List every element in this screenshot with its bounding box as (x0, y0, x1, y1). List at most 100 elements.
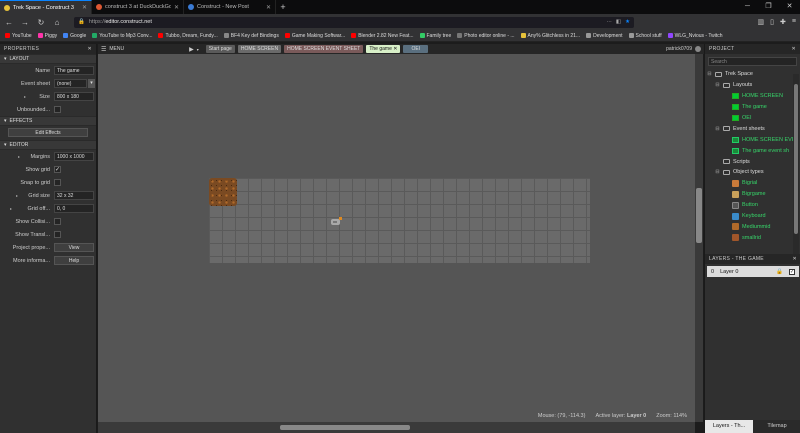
tree-item-object[interactable]: Bigrial (705, 178, 800, 189)
bookmark-item[interactable]: Family tree (417, 33, 455, 39)
close-window-icon[interactable]: ✕ (779, 0, 800, 14)
tree-item-object[interactable]: Keyboard (705, 211, 800, 222)
name-field[interactable]: The game (54, 66, 94, 75)
tab-home-screen[interactable]: HOME SCREEN (237, 45, 282, 53)
tree-folder-event-sheets[interactable]: ⊟ Event sheets (705, 123, 800, 134)
visible-checkbox[interactable]: ✓ (789, 268, 795, 275)
project-search-input[interactable]: Search (708, 57, 797, 66)
tree-item-object[interactable]: smallrid (705, 232, 800, 243)
tab-start-page[interactable]: Start page (205, 45, 235, 53)
tree-root[interactable]: ⊟ Trek Space (705, 69, 800, 80)
view-button[interactable]: View (54, 243, 94, 252)
help-button[interactable]: Help (54, 256, 94, 265)
close-tab-icon[interactable]: ✕ (174, 4, 179, 11)
tilemap-sprite[interactable] (209, 178, 237, 206)
bookmark-item[interactable]: Photo editor online - ... (454, 33, 517, 39)
sidebar-icon[interactable]: ▯ (770, 18, 774, 26)
show-collisions-checkbox[interactable] (54, 218, 61, 225)
reload-icon[interactable]: ↻ (36, 18, 46, 27)
tree-item-object[interactable]: Button (705, 200, 800, 211)
tree-folder-scripts[interactable]: Scripts (705, 156, 800, 167)
tree-item-object[interactable]: Mediummid (705, 221, 800, 232)
play-icon[interactable]: ▶ (189, 46, 194, 53)
browser-tab-new-post[interactable]: Construct - New Post ✕ (184, 0, 276, 14)
menu-icon[interactable]: ≡ (792, 18, 796, 26)
show-grid-checkbox[interactable]: ✓ (54, 166, 61, 173)
expand-icon[interactable]: ▸ (16, 193, 18, 198)
bookmark-item[interactable]: YouTube (2, 33, 35, 39)
minimize-icon[interactable]: ─ (737, 0, 758, 14)
user-name[interactable]: patrick0709 (666, 46, 692, 52)
tree-item-layout[interactable]: OEI (705, 113, 800, 124)
browser-tab-construct[interactable]: Trek Space - Construct 3 ✕ (0, 0, 92, 14)
tree-folder-object-types[interactable]: ⊟ Object types (705, 167, 800, 178)
maximize-icon[interactable]: ❐ (758, 0, 779, 14)
library-icon[interactable]: ▥ (758, 18, 765, 26)
bookmark-folder[interactable]: School stuff (626, 33, 665, 39)
home-icon[interactable]: ⌂ (52, 18, 62, 27)
tab-oei[interactable]: OEI (403, 45, 429, 53)
bookmark-item[interactable]: YouTube to Mp3 Conv... (89, 33, 155, 39)
close-tab-icon[interactable]: ✕ (393, 46, 397, 52)
bookmark-item[interactable]: Google (60, 33, 89, 39)
margins-field[interactable]: 1000 x 1000 (54, 152, 94, 161)
page-actions-icon[interactable]: ··· (606, 19, 612, 25)
tree-item-event-sheet[interactable]: The game event sh (705, 145, 800, 156)
bookmark-item[interactable]: Tubbo, Dream, Fundy... (155, 33, 220, 39)
bookmark-item[interactable]: WLG_Nvious - Twitch (665, 33, 726, 39)
tree-item-object[interactable]: Bigrgame (705, 189, 800, 200)
expand-icon[interactable]: ▸ (10, 206, 12, 211)
edit-effects-button[interactable]: Edit Effects (8, 128, 88, 137)
tab-the-game[interactable]: The game ✕ (366, 45, 401, 53)
snap-grid-checkbox[interactable] (54, 179, 61, 186)
play-dropdown-icon[interactable]: ▾ (197, 47, 199, 52)
new-tab-button[interactable]: + (276, 0, 290, 14)
back-icon[interactable]: ← (4, 18, 14, 27)
effects-section-header[interactable]: ▾ EFFECTS (0, 116, 96, 126)
show-translucent-checkbox[interactable] (54, 231, 61, 238)
close-tab-icon[interactable]: ✕ (82, 4, 87, 11)
menu-icon[interactable]: ☰ (101, 46, 106, 53)
bookmark-item[interactable]: Any% Glitchless in 21... (518, 33, 584, 39)
bookmark-star-icon[interactable]: ★ (625, 19, 630, 25)
dropdown-arrow-icon[interactable]: ▾ (88, 79, 95, 88)
extension-icon[interactable]: ✚ (780, 18, 786, 26)
player-sprite[interactable] (330, 216, 343, 226)
tab-layers[interactable]: Layers - Th... (705, 420, 753, 433)
url-bar[interactable]: 🔒 https://editor.construct.net ··· ◧ ★ (74, 16, 634, 28)
forward-icon[interactable]: → (20, 18, 30, 27)
close-tab-icon[interactable]: ✕ (266, 4, 271, 11)
lock-icon[interactable]: 🔒 (776, 269, 783, 275)
bookmark-item[interactable]: Piggy (35, 33, 61, 39)
close-panel-icon[interactable]: ✕ (88, 46, 93, 52)
editor-section-header[interactable]: ▾ EDITOR (0, 140, 96, 150)
layer-row[interactable]: 0 Layer 0 🔒 ✓ (707, 266, 799, 277)
expand-icon[interactable]: ▸ (24, 94, 26, 99)
bookmark-folder[interactable]: Development (583, 33, 625, 39)
tree-item-layout[interactable]: HOME SCREEN (705, 91, 800, 102)
bookmark-item[interactable]: Game Making Softwar... (282, 33, 348, 39)
event-sheet-select[interactable]: (none) (54, 79, 87, 88)
unbounded-checkbox[interactable] (54, 106, 61, 113)
tree-folder-layouts[interactable]: ⊟ Layouts (705, 80, 800, 91)
tab-home-screen-event-sheet[interactable]: HOME SCREEN EVENT SHEET (284, 45, 364, 53)
tab-tilemap[interactable]: Tilemap (753, 420, 800, 433)
vertical-scroll-thumb[interactable] (696, 188, 702, 243)
grid-size-field[interactable]: 32 x 32 (54, 191, 94, 200)
pocket-icon[interactable]: ◧ (616, 19, 621, 25)
close-panel-icon[interactable]: ✕ (792, 46, 797, 52)
layout-area[interactable] (209, 178, 590, 263)
layout-section-header[interactable]: ▾ LAYOUT (0, 54, 96, 64)
horizontal-scroll-thumb[interactable] (280, 425, 410, 430)
bookmark-item[interactable]: Blender 2.82 New Feat... (348, 33, 416, 39)
grid-offset-field[interactable]: 0, 0 (54, 204, 94, 213)
expand-icon[interactable]: ▸ (18, 154, 20, 159)
size-field[interactable]: 800 x 180 (54, 92, 94, 101)
bookmark-item[interactable]: BF4 Key def Bindings (221, 33, 282, 39)
user-avatar[interactable] (695, 46, 701, 52)
tree-item-layout[interactable]: The game (705, 102, 800, 113)
menu-button[interactable]: MENU (109, 46, 124, 52)
project-scroll-thumb[interactable] (794, 84, 798, 234)
browser-tab-duckduckgo[interactable]: construct 3 at DuckDuckGo ✕ (92, 0, 184, 14)
close-panel-icon[interactable]: ✕ (793, 256, 798, 262)
